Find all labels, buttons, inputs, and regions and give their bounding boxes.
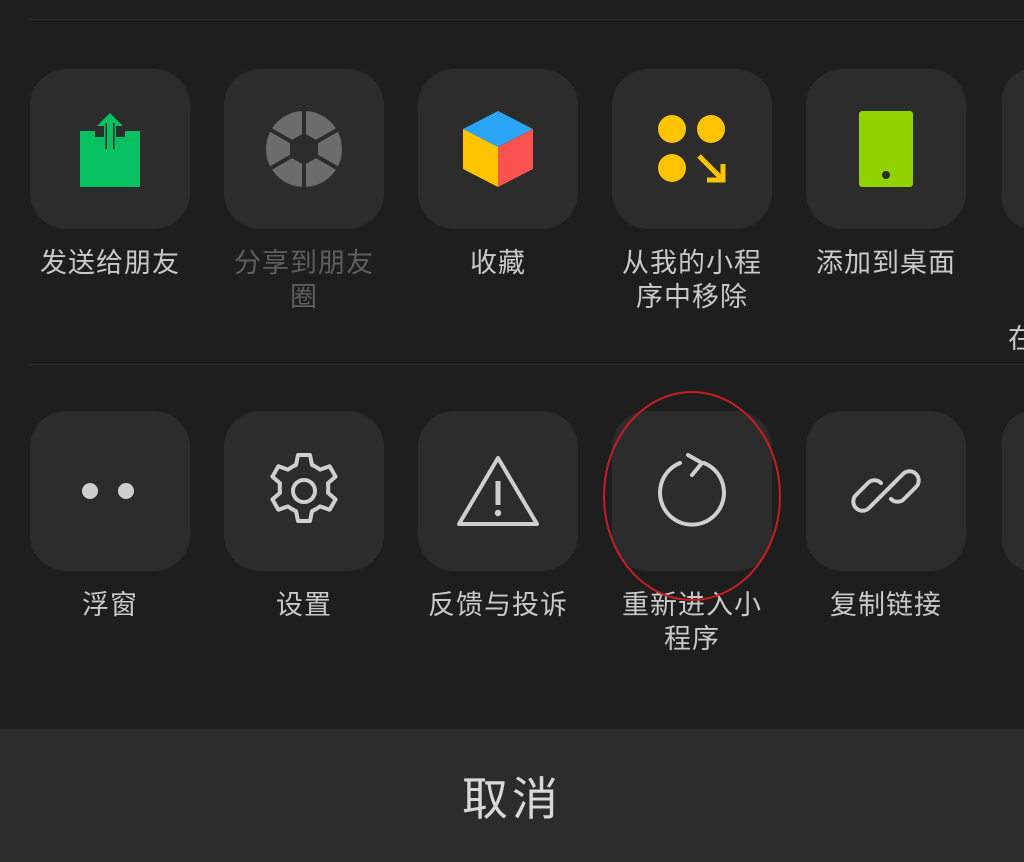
copy-link-label: 复制链接 (830, 590, 942, 621)
share-to-moments-tile[interactable] (224, 69, 384, 229)
floating-window-icon (82, 483, 134, 499)
send-to-friend-tile[interactable] (30, 69, 190, 229)
refresh-icon (658, 453, 726, 527)
remove-mini-program-icon (658, 115, 726, 183)
feedback-label: 反馈与投诉 (428, 590, 568, 621)
share-to-moments-action[interactable]: 分享到朋友圈 (194, 69, 388, 349)
favorites-action[interactable]: 收藏 (388, 69, 582, 349)
send-to-friend-label: 发送给朋友 (40, 248, 180, 279)
reenter-mini-program-action[interactable]: 重新进入小程序 (582, 411, 776, 691)
settings-label: 设置 (276, 590, 332, 621)
settings-tile[interactable] (224, 411, 384, 571)
feedback-action[interactable]: 反馈与投诉 (388, 411, 582, 691)
copy-link-action[interactable]: 复制链接 (776, 411, 970, 691)
moments-shutter-icon (266, 111, 342, 187)
floating-window-label: 浮窗 (82, 590, 138, 621)
favorites-cube-icon (463, 111, 533, 187)
top-divider (30, 19, 1024, 20)
more-utility-tile-partial[interactable] (1002, 411, 1024, 571)
add-to-desktop-icon (859, 111, 913, 187)
reenter-mini-program-label: 重新进入小程序 (622, 590, 762, 655)
copy-link-tile[interactable] (806, 411, 966, 571)
remove-mini-program-tile[interactable] (612, 69, 772, 229)
share-to-moments-label: 分享到朋友圈 (234, 248, 374, 313)
warning-icon (457, 456, 539, 526)
more-action-tile-partial[interactable] (1002, 69, 1024, 229)
floating-window-action[interactable]: 浮窗 (0, 411, 194, 691)
utility-actions-row: 浮窗 设置 反馈与投诉 重新进入小程序 复制链接 (0, 411, 1024, 711)
gear-icon (270, 453, 338, 523)
middle-divider (30, 364, 1024, 365)
send-to-friend-action[interactable]: 发送给朋友 (0, 69, 194, 349)
settings-action[interactable]: 设置 (194, 411, 388, 691)
add-to-desktop-label: 添加到桌面 (816, 248, 956, 279)
add-to-desktop-action[interactable]: 添加到桌面 (776, 69, 970, 349)
feedback-tile[interactable] (418, 411, 578, 571)
floating-window-tile[interactable] (30, 411, 190, 571)
share-actions-row: 发送给朋友 分享到朋友圈 收藏 从我的小程序中移除 添加到桌面 在 (0, 69, 1024, 369)
favorites-label: 收藏 (470, 248, 526, 279)
add-to-desktop-tile[interactable] (806, 69, 966, 229)
more-action-label-partial: 在 (1008, 324, 1024, 355)
favorites-tile[interactable] (418, 69, 578, 229)
cancel-label: 取消 (462, 771, 562, 826)
share-to-friend-icon (80, 113, 140, 187)
remove-mini-program-label: 从我的小程序中移除 (622, 248, 762, 313)
cancel-button[interactable]: 取消 (0, 729, 1024, 862)
remove-mini-program-action[interactable]: 从我的小程序中移除 (582, 69, 776, 349)
reenter-mini-program-tile[interactable] (612, 411, 772, 571)
action-sheet: 发送给朋友 分享到朋友圈 收藏 从我的小程序中移除 添加到桌面 在 浮窗 设置 … (0, 0, 1024, 862)
link-icon (851, 469, 921, 513)
